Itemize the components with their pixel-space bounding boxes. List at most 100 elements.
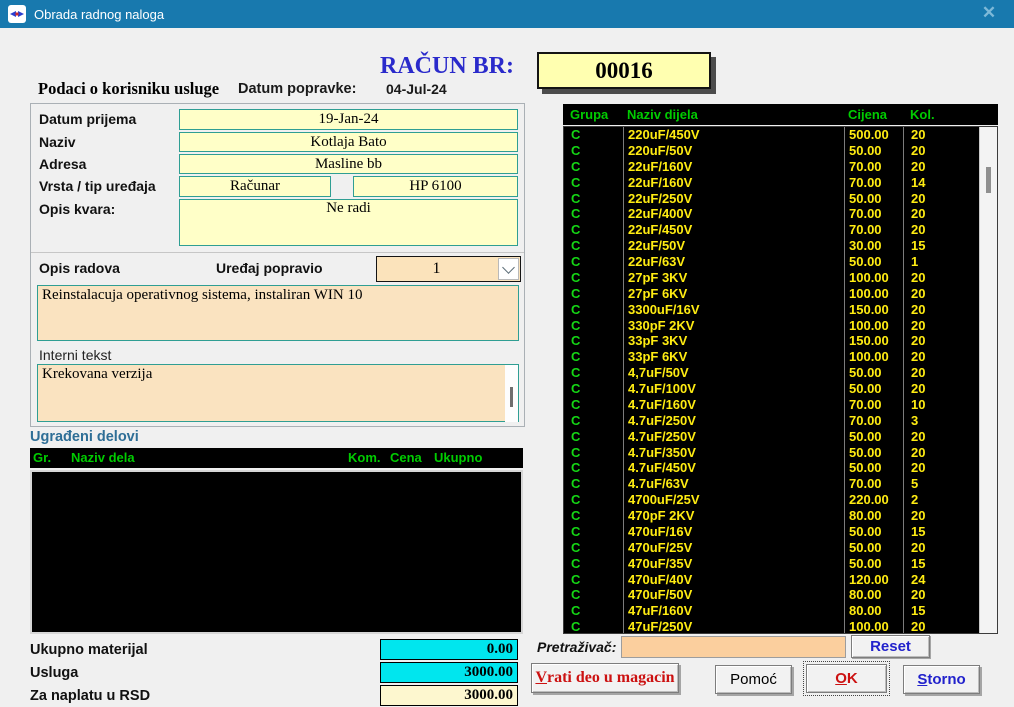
catalog-row[interactable]: C22uF/450V70.0020 xyxy=(564,222,980,238)
catalog-cell: C xyxy=(564,397,623,413)
catalog-cell: 22uF/160V xyxy=(623,159,844,175)
catalog-row[interactable]: C22uF/63V50.001 xyxy=(564,254,980,270)
catalog-row[interactable]: C33pF 6KV100.0020 xyxy=(564,349,980,365)
col-kom: Kom. xyxy=(348,450,381,465)
catalog-listbox[interactable]: C220uF/450V500.0020C220uF/50V50.0020C22u… xyxy=(563,126,998,634)
catalog-cell: 70.00 xyxy=(844,159,903,175)
datum-prijema-input[interactable] xyxy=(179,109,518,130)
catalog-cell: 80.00 xyxy=(844,587,903,603)
catalog-row[interactable]: C22uF/250V50.0020 xyxy=(564,191,980,207)
search-input[interactable] xyxy=(621,636,846,658)
vrsta-tip-label: Vrsta / tip uređaja xyxy=(39,178,156,194)
ukupno-materijal-label: Ukupno materijal xyxy=(30,642,148,658)
vrati-deo-button[interactable]: Vrati deo u magacin xyxy=(531,663,679,693)
catalog-cell: 470uF/16V xyxy=(623,524,844,540)
catalog-cell: 330pF 2KV xyxy=(623,318,844,334)
catalog-row[interactable]: C3300uF/16V150.0020 xyxy=(564,302,980,318)
uredjaj-popravio-combobox[interactable]: 1 xyxy=(376,256,521,282)
ok-button[interactable]: OK xyxy=(806,664,887,693)
catalog-row[interactable]: C4.7uF/250V70.003 xyxy=(564,413,980,429)
catalog-cell: C xyxy=(564,127,623,143)
col-gr: Gr. xyxy=(33,450,51,465)
interni-tekst-textarea[interactable]: Krekovana verzija xyxy=(37,364,519,422)
catalog-cell: C xyxy=(564,524,623,540)
catalog-row[interactable]: C27pF 6KV100.0020 xyxy=(564,286,980,302)
catalog-row[interactable]: C22uF/400V70.0020 xyxy=(564,206,980,222)
reset-button[interactable]: Reset xyxy=(851,635,930,658)
catalog-row[interactable]: C4.7uF/63V70.005 xyxy=(564,476,980,492)
catalog-cell: C xyxy=(564,270,623,286)
interni-tekst-scrollbar[interactable] xyxy=(505,365,518,422)
catalog-cell: 70.00 xyxy=(844,222,903,238)
catalog-row[interactable]: C4700uF/25V220.002 xyxy=(564,492,980,508)
catalog-row[interactable]: C27pF 3KV100.0020 xyxy=(564,270,980,286)
catalog-cell: 20 xyxy=(903,318,980,334)
catalog-row[interactable]: C470pF 2KV80.0020 xyxy=(564,508,980,524)
catalog-cell: C xyxy=(564,143,623,159)
catalog-cell: 2 xyxy=(903,492,980,508)
catalog-cell: 50.00 xyxy=(844,143,903,159)
catalog-scrollbar[interactable] xyxy=(979,127,997,633)
catalog-row[interactable]: C4.7uF/350V50.0020 xyxy=(564,445,980,461)
catalog-row[interactable]: C470uF/35V50.0015 xyxy=(564,556,980,572)
scrollbar-thumb[interactable] xyxy=(510,387,513,407)
installed-parts-listbox[interactable] xyxy=(30,470,523,634)
opis-kvara-textarea[interactable]: Ne radi xyxy=(179,199,518,246)
catalog-cell: 50.00 xyxy=(844,381,903,397)
close-icon[interactable]: ✕ xyxy=(978,3,1000,23)
catalog-row[interactable]: C22uF/160V70.0014 xyxy=(564,175,980,191)
adresa-input[interactable] xyxy=(179,154,518,174)
catalog-row[interactable]: C33pF 3KV150.0020 xyxy=(564,333,980,349)
catalog-row[interactable]: C470uF/25V50.0020 xyxy=(564,540,980,556)
datum-popravke-value: 04-Jul-24 xyxy=(386,81,447,97)
vrsta-input[interactable] xyxy=(179,176,331,197)
catalog-cell: 220uF/450V xyxy=(623,127,844,143)
catalog-cell: C xyxy=(564,429,623,445)
catalog-row[interactable]: C470uF/40V120.0024 xyxy=(564,572,980,588)
za-naplatu-value: 3000.00 xyxy=(380,685,518,706)
catalog-row[interactable]: C470uF/50V80.0020 xyxy=(564,587,980,603)
combobox-dropdown-button[interactable] xyxy=(498,258,519,280)
catalog-cell: C xyxy=(564,333,623,349)
catalog-cell: 50.00 xyxy=(844,429,903,445)
customer-group-box: Datum prijema Naziv Adresa Vrsta / tip u… xyxy=(30,103,525,427)
opis-kvara-label: Opis kvara: xyxy=(39,201,115,217)
pomoc-button[interactable]: Pomoć xyxy=(715,665,792,694)
catalog-row[interactable]: C22uF/160V70.0020 xyxy=(564,159,980,175)
catalog-cell: 50.00 xyxy=(844,540,903,556)
tip-input[interactable] xyxy=(353,176,518,197)
combobox-value: 1 xyxy=(377,257,496,281)
catalog-cell: 22uF/250V xyxy=(623,191,844,207)
catalog-row[interactable]: C4.7uF/100V50.0020 xyxy=(564,381,980,397)
opis-radova-textarea[interactable]: Reinstalacuja operativnog sistema, insta… xyxy=(37,285,519,341)
catalog-cell: 470uF/50V xyxy=(623,587,844,603)
column-separator xyxy=(623,127,624,633)
catalog-row[interactable]: C47uF/250V100.0020 xyxy=(564,619,980,633)
naziv-input[interactable] xyxy=(179,132,518,152)
datum-prijema-label: Datum prijema xyxy=(39,111,136,127)
catalog-cell: 50.00 xyxy=(844,460,903,476)
catalog-row[interactable]: C330pF 2KV100.0020 xyxy=(564,318,980,334)
col-cijena: Cijena xyxy=(848,107,887,122)
catalog-cell: 20 xyxy=(903,333,980,349)
catalog-row[interactable]: C4.7uF/250V50.0020 xyxy=(564,429,980,445)
catalog-cell: 33pF 3KV xyxy=(623,333,844,349)
catalog-cell: 120.00 xyxy=(844,572,903,588)
catalog-row[interactable]: C4.7uF/450V50.0020 xyxy=(564,460,980,476)
catalog-cell: C xyxy=(564,492,623,508)
catalog-cell: C xyxy=(564,206,623,222)
catalog-cell: 100.00 xyxy=(844,286,903,302)
catalog-cell: 50.00 xyxy=(844,556,903,572)
window-body: RAČUN BR: 00016 Podaci o korisniku uslug… xyxy=(0,28,1014,707)
catalog-row[interactable]: C4,7uF/50V50.0020 xyxy=(564,365,980,381)
catalog-cell: 20 xyxy=(903,445,980,461)
catalog-row[interactable]: C22uF/50V30.0015 xyxy=(564,238,980,254)
catalog-cell: 3300uF/16V xyxy=(623,302,844,318)
catalog-row[interactable]: C220uF/450V500.0020 xyxy=(564,127,980,143)
catalog-row[interactable]: C470uF/16V50.0015 xyxy=(564,524,980,540)
scrollbar-thumb[interactable] xyxy=(986,167,991,193)
catalog-row[interactable]: C47uF/160V80.0015 xyxy=(564,603,980,619)
storno-button[interactable]: Storno xyxy=(903,665,980,694)
catalog-row[interactable]: C220uF/50V50.0020 xyxy=(564,143,980,159)
catalog-row[interactable]: C4.7uF/160V70.0010 xyxy=(564,397,980,413)
